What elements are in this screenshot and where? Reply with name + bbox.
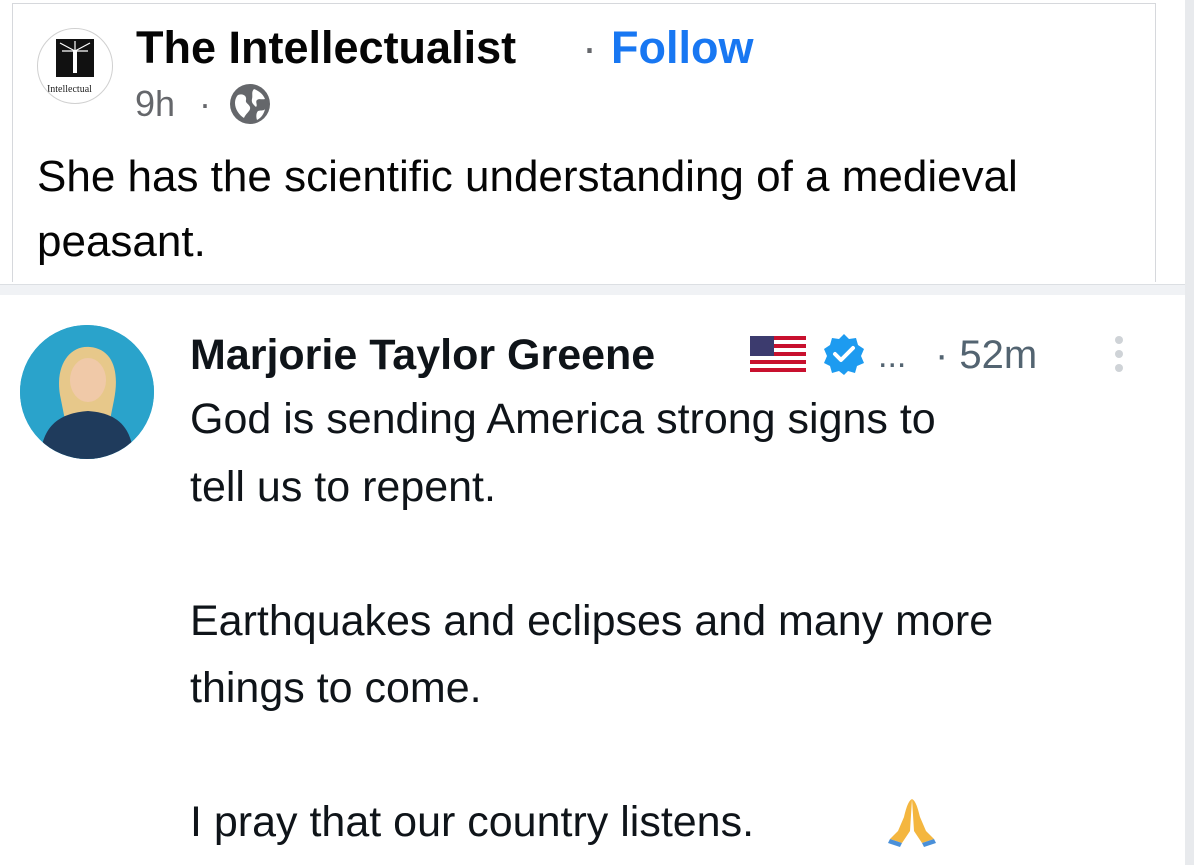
verified-badge-icon <box>824 334 864 375</box>
svg-text:e Intellectual: e Intellectual <box>40 84 92 95</box>
follow-button[interactable]: Follow <box>611 22 753 74</box>
tweet-text-line: Earthquakes and eclipses and many more <box>190 597 994 645</box>
page-avatar[interactable]: e Intellectual <box>37 28 113 104</box>
post-caption: She has the scientific understanding of … <box>37 152 1018 266</box>
globe-icon <box>230 84 270 124</box>
post-timestamp[interactable]: 9h <box>135 82 175 126</box>
time-separator: · <box>199 83 211 124</box>
name-separator: · <box>582 22 597 73</box>
post-divider <box>0 284 1194 295</box>
more-options-icon[interactable] <box>1112 336 1126 380</box>
tweet-text-line: tell us to repent. <box>190 463 496 511</box>
praying-hands-icon <box>888 799 936 847</box>
page-name-link[interactable]: The Intellectualist <box>136 22 516 74</box>
facebook-post-card: e Intellectual The Intellectualist · Fol… <box>12 3 1156 282</box>
us-flag-icon <box>750 336 806 374</box>
scrollbar-track <box>1185 0 1194 865</box>
tweet-author-avatar[interactable] <box>20 325 154 459</box>
tweet-timestamp[interactable]: · 52m <box>935 330 1037 380</box>
tweet-text-line: things to come. <box>190 664 482 712</box>
name-truncation: ... <box>878 337 907 375</box>
tweet-author-name[interactable]: Marjorie Taylor Greene <box>190 330 655 380</box>
tweet-text-line: I pray that our country listens. <box>190 798 755 846</box>
tweet-text-line: God is sending America strong signs to <box>190 395 936 443</box>
